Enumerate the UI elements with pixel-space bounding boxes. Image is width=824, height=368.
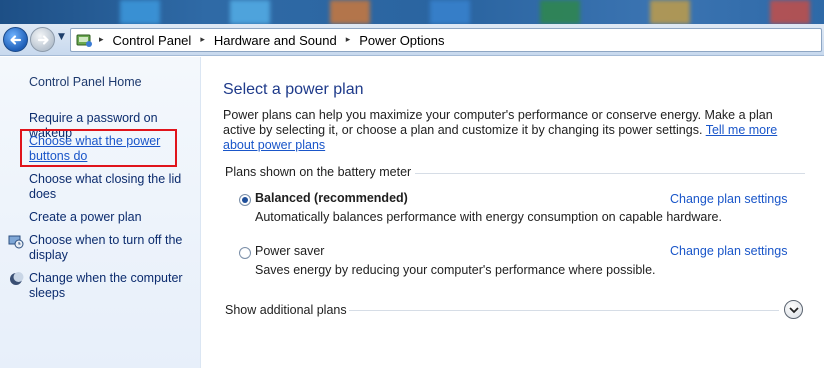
blurred-app-icon — [650, 0, 690, 24]
breadcrumb-hardware-and-sound[interactable]: Hardware and Sound — [214, 33, 337, 48]
left-task-pane: Control Panel Home Require a password on… — [0, 57, 201, 368]
chevron-down-icon: ▼ — [58, 32, 65, 42]
back-button[interactable] — [3, 27, 28, 52]
control-panel-icon — [76, 34, 92, 47]
plan-power-saver-change-settings[interactable]: Change plan settings — [670, 244, 787, 258]
section-label: Plans shown on the battery meter — [225, 165, 412, 179]
plan-balanced-change-settings[interactable]: Change plan settings — [670, 192, 787, 206]
plan-balanced-radio[interactable] — [239, 194, 251, 206]
breadcrumb-control-panel[interactable]: Control Panel — [113, 33, 192, 48]
main-content: Select a power plan Power plans can help… — [201, 57, 824, 368]
sidebar-item-closing-lid[interactable]: Choose what closing the lid does — [29, 172, 189, 202]
plan-power-saver-radio[interactable] — [239, 247, 251, 259]
blurred-app-icon — [770, 0, 810, 24]
additional-plans-divider — [349, 310, 779, 311]
control-panel-home-link[interactable]: Control Panel Home — [29, 75, 142, 90]
section-divider — [415, 173, 805, 174]
highlight-annotation-box — [20, 129, 177, 167]
expand-additional-plans-button[interactable] — [784, 300, 803, 319]
blurred-app-icon — [120, 0, 160, 24]
breadcrumb-separator-icon[interactable]: ▸ — [346, 35, 351, 45]
back-arrow-icon — [10, 35, 22, 45]
window-title-strip — [0, 0, 824, 24]
forward-arrow-icon — [37, 35, 49, 45]
page-description: Power plans can help you maximize your c… — [223, 108, 803, 153]
page-title: Select a power plan — [223, 81, 364, 98]
breadcrumb-separator-icon[interactable]: ▸ — [200, 35, 205, 45]
blurred-app-icon — [540, 0, 580, 24]
plan-power-saver-description: Saves energy by reducing your computer's… — [255, 263, 656, 277]
forward-button[interactable] — [30, 27, 55, 52]
sidebar-item-computer-sleeps[interactable]: Change when the computer sleeps — [29, 271, 189, 301]
display-schedule-icon — [8, 235, 24, 249]
blurred-app-icon — [430, 0, 470, 24]
address-bar[interactable]: ▸ Control Panel ▸ Hardware and Sound ▸ P… — [70, 28, 822, 52]
blurred-app-icon — [230, 0, 270, 24]
blurred-app-icon — [330, 0, 370, 24]
plan-balanced-name[interactable]: Balanced (recommended) — [255, 191, 408, 205]
breadcrumb-power-options[interactable]: Power Options — [359, 33, 444, 48]
recent-pages-dropdown[interactable]: ▼ — [58, 32, 65, 42]
sidebar-item-turn-off-display[interactable]: Choose when to turn off the display — [29, 233, 189, 263]
sleep-moon-icon — [10, 272, 24, 285]
breadcrumb-separator-icon: ▸ — [99, 35, 104, 45]
plan-balanced-description: Automatically balances performance with … — [255, 210, 722, 224]
chevron-down-circle-icon — [789, 307, 799, 314]
description-text: Power plans can help you maximize your c… — [223, 108, 773, 137]
plan-power-saver-name[interactable]: Power saver — [255, 244, 324, 258]
show-additional-plans-label[interactable]: Show additional plans — [225, 303, 347, 317]
navigation-bar: ▼ ▸ Control Panel ▸ Hardware and Sound ▸… — [0, 24, 824, 56]
sidebar-item-create-plan[interactable]: Create a power plan — [29, 210, 189, 225]
